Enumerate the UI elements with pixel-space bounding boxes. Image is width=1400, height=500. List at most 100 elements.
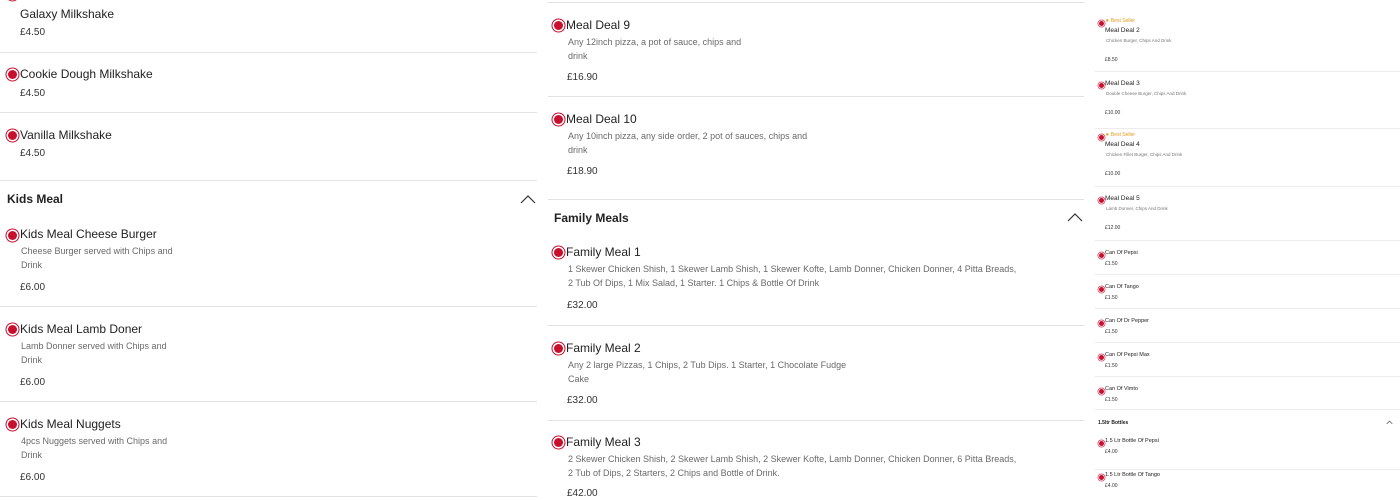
item-indicator-icon (8, 70, 17, 79)
item-indicator-icon (1099, 83, 1104, 88)
item-price: £4.50 (20, 88, 46, 99)
item-name: Can Of Pepsi (1105, 250, 1138, 256)
item-name: Can Of Pepsi Max (1105, 352, 1150, 358)
best-seller-badge: ★ Best Seller (1105, 18, 1135, 24)
item-description: Any 10inch pizza, any side order, 2 pot … (568, 131, 808, 155)
section-header-bottles[interactable]: 1.5ltr Bottles (1095, 410, 1400, 436)
menu-item[interactable]: 1.5 Ltr Bottle Of Pepsi £4.00 (1095, 436, 1400, 470)
menu-item[interactable]: Kids Meal Lamb Doner Lamb Donner served … (0, 307, 537, 402)
item-indicator-icon (554, 21, 563, 30)
menu-item[interactable]: Kids Meal Cheese Burger Cheese Burger se… (0, 217, 537, 307)
item-name: 1.5 Ltr Bottle Of Tango (1105, 472, 1160, 478)
menu-item[interactable]: Meal Deal 5 Lamb Donner, Chips And Drink… (1095, 187, 1400, 241)
item-indicator-icon (554, 248, 563, 257)
menu-item[interactable]: 1.5 Ltr Bottle Of Tango £4.00 (1095, 470, 1400, 500)
item-price: £1.50 (1105, 363, 1118, 369)
item-price: £1.50 (1105, 295, 1118, 301)
item-price: £1.50 (1105, 261, 1118, 267)
item-description: Cheese Burger served with Chips and Drin… (21, 246, 173, 270)
menu-item[interactable]: Cookie Dough Milkshake £4.50 (0, 53, 537, 113)
menu-item[interactable]: Meal Deal 3 Double Cheese Burger, Chips … (1095, 72, 1400, 129)
menu-column-left: Galaxy Milkshake £4.50 Cookie Dough Milk… (0, 0, 543, 500)
menu-item[interactable]: Family Meal 3 2 Skewer Chicken Shish, 2 … (548, 421, 1084, 500)
item-name: Galaxy Milkshake (20, 7, 115, 21)
item-name: Can Of Dr Pepper (1105, 318, 1150, 324)
section-title: Family Meals (554, 211, 629, 225)
menu-column-middle: Meal Deal 9 Any 12inch pizza, a pot of s… (548, 0, 1090, 500)
item-name: Family Meal 1 (566, 245, 641, 259)
item-indicator-icon (1099, 475, 1104, 480)
section-header-kids-meal[interactable]: Kids Meal (0, 181, 543, 217)
item-price: £32.00 (567, 395, 598, 406)
item-price: £32.00 (567, 300, 598, 311)
item-price: £6.00 (20, 282, 46, 293)
item-price: £12.00 (1105, 225, 1121, 231)
menu-item[interactable]: Meal Deal 9 Any 12inch pizza, a pot of s… (548, 3, 1084, 97)
item-price: £10.00 (1105, 171, 1121, 177)
item-indicator-icon (8, 131, 17, 140)
chevron-up-icon[interactable] (1067, 212, 1083, 222)
item-indicator-icon (1099, 441, 1104, 446)
item-name: Meal Deal 10 (566, 112, 637, 126)
item-name: Can Of Vimto (1105, 386, 1138, 392)
item-indicator-icon (1099, 287, 1104, 292)
item-indicator-icon (8, 325, 17, 334)
item-description: Lamb Donner served with Chips and Drink (21, 341, 167, 365)
item-indicator-icon (1099, 253, 1104, 258)
item-price: £4.00 (1105, 449, 1118, 455)
item-description: 1 Skewer Chicken Shish, 1 Skewer Lamb Sh… (568, 264, 1017, 288)
menu-item[interactable]: Family Meal 1 1 Skewer Chicken Shish, 1 … (548, 236, 1084, 326)
section-title: Kids Meal (7, 192, 64, 206)
menu-item[interactable]: Family Meal 2 Any 2 large Pizzas, 1 Chip… (548, 326, 1084, 421)
item-price: £8.50 (1105, 57, 1118, 63)
item-price: £16.90 (567, 72, 598, 83)
star-icon: ★ (1105, 132, 1110, 138)
item-price: £6.00 (20, 377, 46, 388)
item-description: Chicken Burger, Chips And Drink (1106, 38, 1172, 43)
menu-item[interactable]: Can Of Dr Pepper £1.50 (1095, 309, 1400, 343)
item-description: 4pcs Nuggets served with Chips and Drink (21, 436, 168, 460)
item-price: £42.00 (567, 488, 598, 499)
section-title: 1.5ltr Bottles (1098, 420, 1129, 426)
section-header-family-meals[interactable]: Family Meals (548, 200, 1090, 236)
item-name: Meal Deal 9 (566, 18, 631, 32)
item-price: £1.50 (1105, 329, 1118, 335)
badge-label: Best Seller (1110, 18, 1136, 24)
item-name: Meal Deal 5 (1105, 195, 1140, 202)
menu-item[interactable]: Can Of Vimto £1.50 (1095, 377, 1400, 410)
item-name: Kids Meal Lamb Doner (20, 322, 143, 336)
menu-item[interactable]: Vanilla Milkshake £4.50 (0, 113, 537, 181)
item-description: Lamb Donner, Chips And Drink (1106, 206, 1168, 211)
menu-item[interactable]: ★ Best Seller Meal Deal 2 Chicken Burger… (1095, 16, 1400, 72)
item-name: Family Meal 3 (566, 435, 641, 449)
menu-column-right: ★ Best Seller Meal Deal 2 Chicken Burger… (1095, 0, 1400, 500)
menu-item[interactable]: Kids Meal Nuggets 4pcs Nuggets served wi… (0, 402, 537, 497)
item-name: Meal Deal 3 (1105, 80, 1140, 87)
chevron-up-icon[interactable] (1386, 420, 1393, 425)
item-name: Vanilla Milkshake (20, 128, 112, 142)
item-price: £6.00 (20, 472, 46, 483)
item-name: Meal Deal 2 (1105, 27, 1140, 34)
menu-item[interactable]: Can Of Tango £1.50 (1095, 275, 1400, 309)
item-indicator-icon (8, 420, 17, 429)
price-partial (1105, 0, 1106, 3)
item-description: Any 12inch pizza, a pot of sauce, chips … (568, 37, 742, 61)
item-price: £4.50 (20, 148, 46, 159)
item-price: £4.50 (20, 27, 46, 38)
item-name: Meal Deal 4 (1105, 141, 1140, 148)
item-name: Can Of Tango (1105, 284, 1139, 290)
star-icon: ★ (1105, 18, 1110, 24)
item-indicator-icon (1099, 355, 1104, 360)
menu-item[interactable]: Can Of Pepsi £1.50 (1095, 241, 1400, 275)
item-description: 2 Skewer Chicken Shish, 2 Skewer Lamb Sh… (568, 454, 1017, 478)
item-description: Chicken Fillet Burger, Chips And Drink (1106, 152, 1183, 157)
menu-item[interactable]: ★ Best Seller Meal Deal 4 Chicken Fillet… (1095, 129, 1400, 187)
item-description: Double Cheese Burger, Chips And Drink (1106, 91, 1187, 96)
item-indicator-icon (8, 231, 17, 240)
chevron-up-icon[interactable] (520, 194, 536, 204)
item-indicator-icon (554, 115, 563, 124)
item-indicator-icon (1099, 21, 1104, 26)
menu-item[interactable]: Can Of Pepsi Max £1.50 (1095, 343, 1400, 377)
menu-item[interactable]: Meal Deal 10 Any 10inch pizza, any side … (548, 97, 1084, 200)
menu-item[interactable]: Galaxy Milkshake £4.50 (0, 0, 537, 53)
